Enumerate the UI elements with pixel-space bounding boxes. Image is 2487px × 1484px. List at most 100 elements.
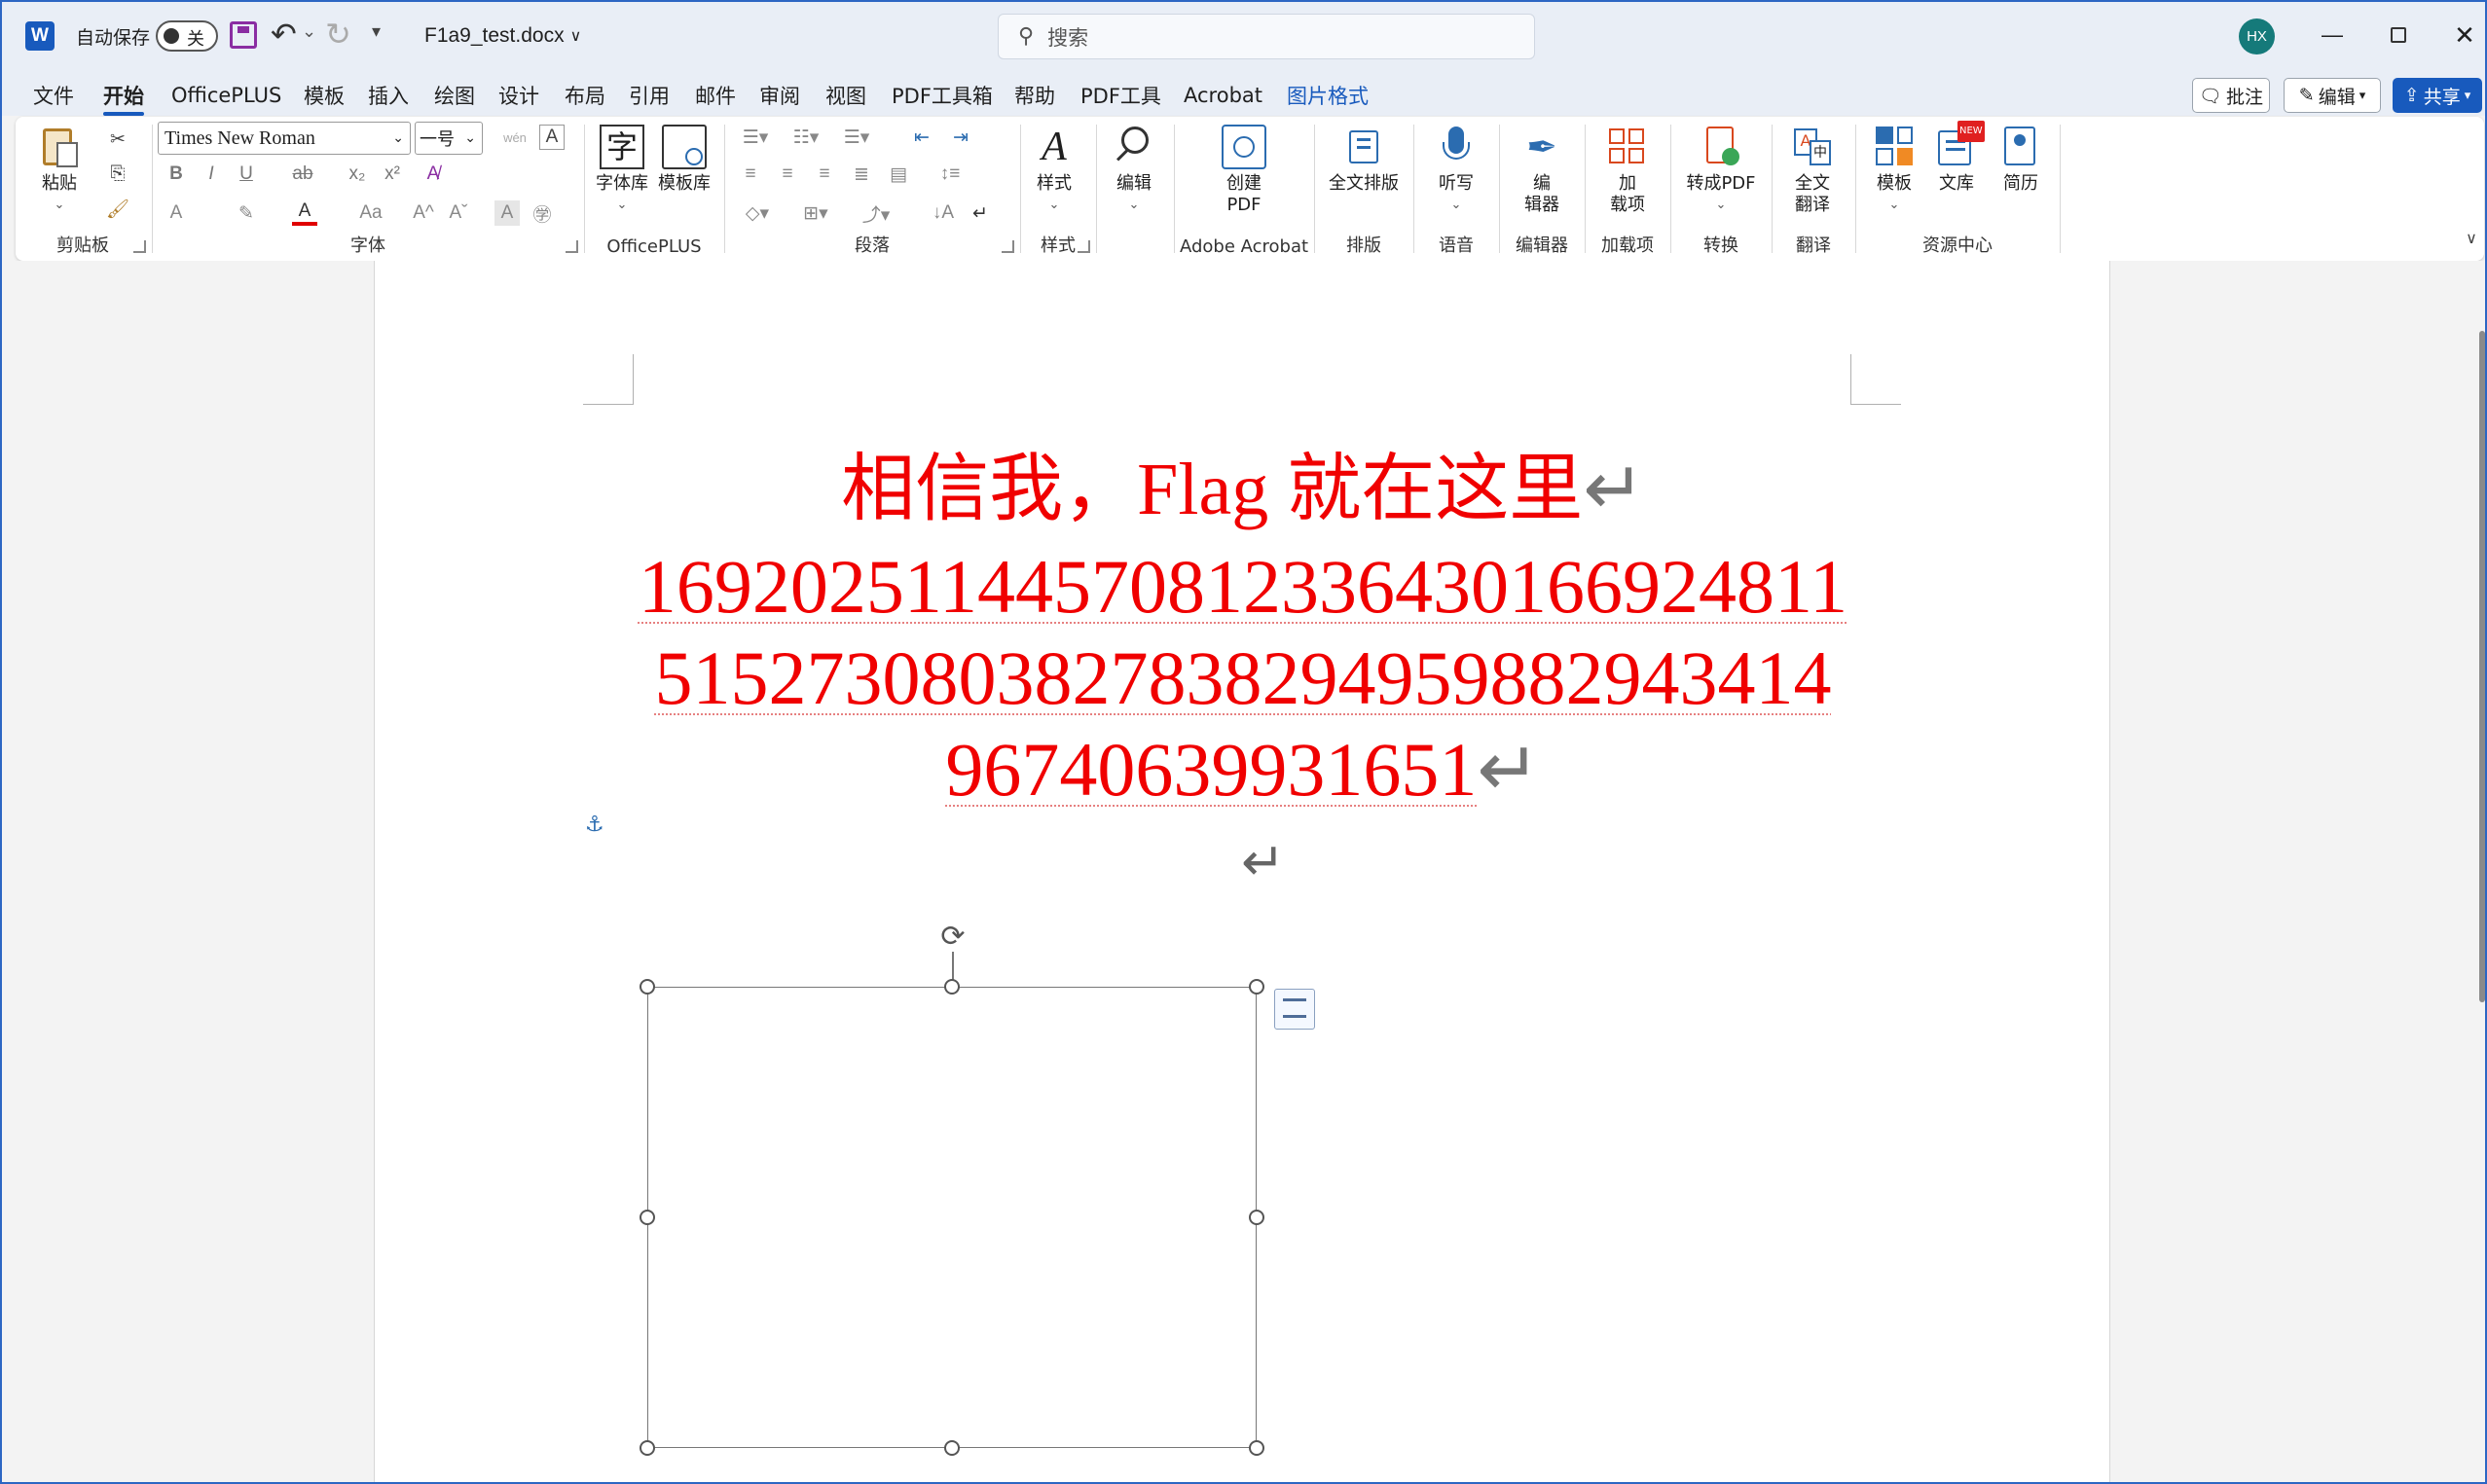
- decrease-indent-icon[interactable]: ⇤: [909, 125, 934, 150]
- font-color-icon[interactable]: A: [292, 200, 317, 226]
- collapse-ribbon-icon[interactable]: ∨: [2459, 226, 2484, 251]
- scrollbar-thumb[interactable]: [2479, 331, 2485, 1002]
- undo-dropdown-icon[interactable]: ⌄: [302, 21, 316, 42]
- layout-options-icon[interactable]: [1274, 989, 1315, 1030]
- document-title[interactable]: F1a9_test.docx ∨: [424, 19, 581, 53]
- resize-handle-bottom[interactable]: [944, 1440, 960, 1456]
- number-line[interactable]: 5152730803827838294959882943414: [375, 634, 2111, 722]
- sort-icon[interactable]: ↓A: [931, 200, 956, 226]
- bullets-icon[interactable]: ☰▾: [738, 125, 773, 150]
- underline-icon[interactable]: U: [234, 162, 259, 187]
- resize-handle-right[interactable]: [1249, 1210, 1264, 1225]
- tab-design[interactable]: 设计: [498, 79, 539, 112]
- show-marks-icon[interactable]: ↵: [968, 200, 993, 226]
- undo-icon[interactable]: ↶: [271, 16, 297, 53]
- font-name-select[interactable]: Times New Roman ⌄: [158, 122, 411, 155]
- resize-handle-bottom-right[interactable]: [1249, 1440, 1264, 1456]
- customize-quick-access-icon[interactable]: ▾: [372, 21, 381, 42]
- comments-button[interactable]: 🗨 批注: [2192, 78, 2270, 113]
- document-page[interactable]: 相信我，Flag 就在这里↵ 1692025114457081233643016…: [374, 261, 2110, 1484]
- tab-review[interactable]: 审阅: [759, 79, 800, 112]
- clear-formatting-icon[interactable]: A̸: [421, 162, 446, 187]
- rotate-handle-icon[interactable]: ⟳: [936, 921, 969, 954]
- superscript-icon[interactable]: x²: [380, 162, 405, 187]
- tab-home[interactable]: 开始: [103, 79, 144, 116]
- cut-icon[interactable]: ✂: [105, 127, 130, 152]
- bold-icon[interactable]: B: [164, 162, 189, 187]
- number-line[interactable]: 16920251144570812336430166924811: [375, 543, 2111, 631]
- tab-pdf-tools[interactable]: PDF工具: [1080, 79, 1161, 112]
- paste-button[interactable]: 粘贴 ⌄: [35, 125, 84, 216]
- close-button[interactable]: ✕: [2445, 16, 2484, 54]
- copy-icon[interactable]: ⎘: [105, 162, 130, 187]
- text-effects-icon[interactable]: A: [164, 200, 189, 226]
- addins-button[interactable]: 加 载项: [1600, 125, 1655, 216]
- tab-references[interactable]: 引用: [629, 79, 670, 112]
- tab-draw[interactable]: 绘图: [434, 79, 475, 112]
- align-left-icon[interactable]: ≡: [738, 162, 763, 187]
- chinese-layout-icon[interactable]: ⤴▾: [857, 200, 896, 226]
- shrink-font-icon[interactable]: Aˇ: [446, 200, 471, 226]
- tab-pdf-toolbox[interactable]: PDF工具箱: [892, 79, 993, 112]
- library-button[interactable]: NEW 文库: [1929, 121, 1985, 195]
- distributed-icon[interactable]: ▤: [886, 162, 911, 187]
- tab-acrobat[interactable]: Acrobat: [1184, 79, 1262, 112]
- justify-icon[interactable]: ≣: [849, 162, 874, 187]
- avatar[interactable]: HX: [2239, 18, 2275, 54]
- empty-paragraph-mark-icon[interactable]: ↵: [1241, 831, 1285, 892]
- full-typeset-button[interactable]: 全文排版: [1320, 125, 1408, 195]
- highlight-icon[interactable]: ✎: [234, 200, 259, 226]
- resize-handle-left[interactable]: [640, 1210, 655, 1225]
- resize-handle-top[interactable]: [944, 979, 960, 995]
- tab-file[interactable]: 文件: [33, 79, 74, 112]
- format-painter-icon[interactable]: 🖌: [105, 197, 130, 222]
- tab-help[interactable]: 帮助: [1014, 79, 1055, 112]
- editing-button[interactable]: 编辑 ⌄: [1110, 125, 1158, 216]
- resize-handle-bottom-left[interactable]: [640, 1440, 655, 1456]
- styles-button[interactable]: A 样式 ⌄: [1030, 125, 1079, 216]
- resize-handle-top-right[interactable]: [1249, 979, 1264, 995]
- editor-button[interactable]: ✒ 编 辑器: [1515, 125, 1569, 216]
- dialog-launcher-icon[interactable]: [133, 240, 146, 253]
- resume-button[interactable]: 简历: [1993, 125, 2048, 195]
- change-case-icon[interactable]: Aa: [354, 200, 387, 226]
- tab-layout[interactable]: 布局: [565, 79, 605, 112]
- tab-mailings[interactable]: 邮件: [695, 79, 736, 112]
- share-button[interactable]: ⇪ 共享 ▾: [2393, 78, 2482, 113]
- shading-icon[interactable]: ◇▾: [738, 200, 777, 226]
- tab-templates[interactable]: 模板: [304, 79, 345, 112]
- redo-icon[interactable]: ↻: [325, 16, 351, 53]
- save-icon[interactable]: [230, 21, 257, 49]
- tab-picture-format[interactable]: 图片格式: [1287, 79, 1369, 112]
- multilevel-list-icon[interactable]: ☰▾: [839, 125, 874, 150]
- subscript-icon[interactable]: x₂: [345, 162, 370, 187]
- dictate-button[interactable]: 听写 ⌄: [1429, 125, 1483, 216]
- character-border-icon[interactable]: A: [539, 125, 565, 150]
- italic-icon[interactable]: I: [199, 162, 224, 187]
- resize-handle-top-left[interactable]: [640, 979, 655, 995]
- strikethrough-icon[interactable]: ab: [290, 162, 315, 187]
- autosave-toggle[interactable]: 关: [156, 20, 218, 52]
- convert-to-pdf-button[interactable]: 转成PDF ⌄: [1676, 125, 1766, 216]
- tab-view[interactable]: 视图: [825, 79, 866, 112]
- increase-indent-icon[interactable]: ⇥: [948, 125, 973, 150]
- heading-paragraph[interactable]: 相信我，Flag 就在这里↵: [375, 428, 2111, 535]
- full-translate-button[interactable]: A 中 全文 翻译: [1785, 125, 1840, 216]
- dialog-launcher-icon[interactable]: [1002, 240, 1014, 253]
- dialog-launcher-icon[interactable]: [1078, 240, 1090, 253]
- character-shading-icon[interactable]: A: [494, 200, 520, 226]
- align-center-icon[interactable]: ≡: [775, 162, 800, 187]
- line-spacing-icon[interactable]: ↕≡: [931, 162, 969, 187]
- tab-officeplus[interactable]: OfficePLUS: [171, 79, 281, 112]
- font-library-button[interactable]: 字 字体库 ⌄: [592, 125, 652, 216]
- editing-mode-button[interactable]: ✎ 编辑 ▾: [2284, 78, 2381, 113]
- maximize-button[interactable]: [2379, 16, 2418, 54]
- align-right-icon[interactable]: ≡: [812, 162, 837, 187]
- dialog-launcher-icon[interactable]: [566, 240, 578, 253]
- numbering-icon[interactable]: ☷▾: [788, 125, 823, 150]
- search-input[interactable]: ⚲ 搜索: [998, 14, 1535, 59]
- grow-font-icon[interactable]: A^: [411, 200, 436, 226]
- tab-insert[interactable]: 插入: [368, 79, 409, 112]
- enclose-characters-icon[interactable]: ㊫: [530, 200, 555, 226]
- borders-icon[interactable]: ⊞▾: [796, 200, 835, 226]
